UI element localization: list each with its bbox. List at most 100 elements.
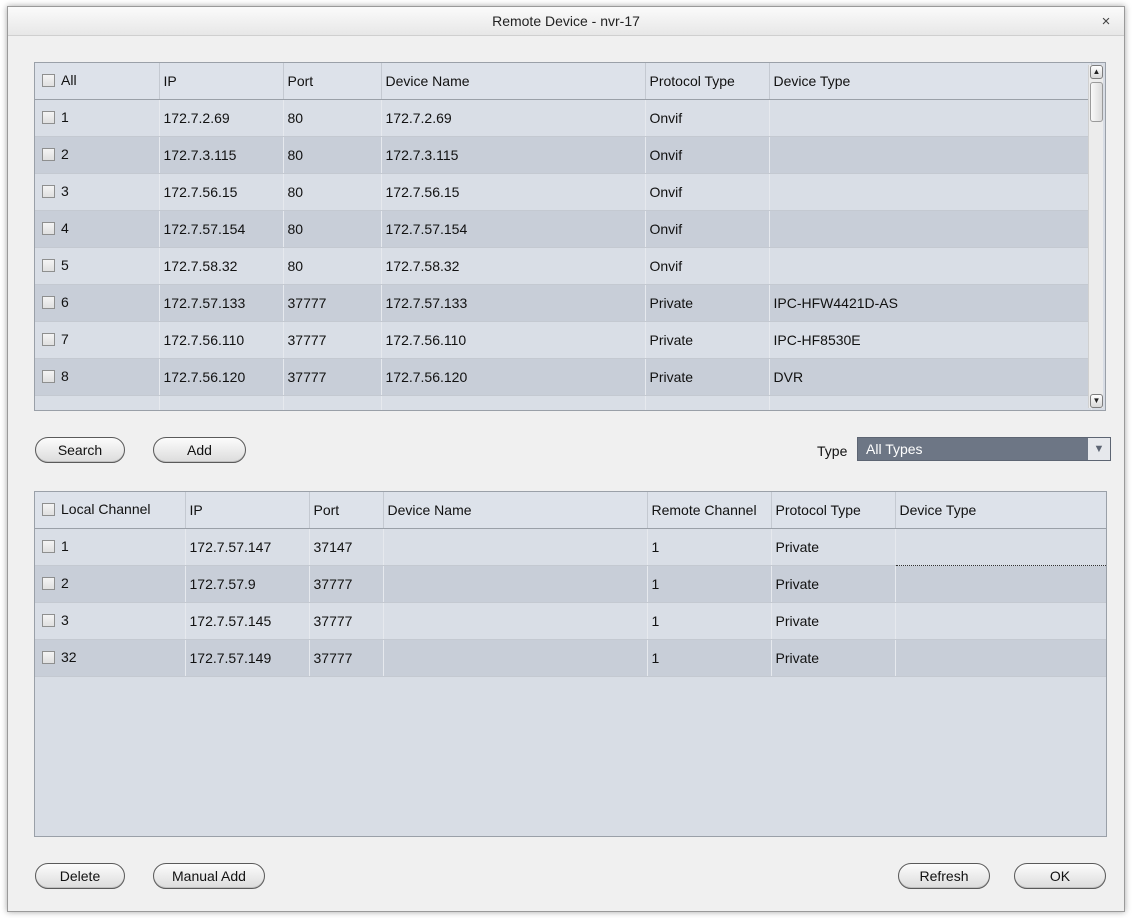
cell-ip: 172.7.56.15 — [159, 173, 284, 211]
remote-device-table: All IP Port Device Name Protocol Type De… — [34, 62, 1106, 411]
cell-device-name: 172.7.56.110 — [381, 321, 646, 359]
window-title: Remote Device - nvr-17 — [492, 13, 640, 29]
table-row[interactable]: 6 172.7.57.133 37777 172.7.57.133 Private IPC… — [35, 284, 1092, 322]
row-checkbox[interactable] — [42, 369, 55, 383]
cell-protocol-type: Private — [771, 565, 896, 603]
column-header-remote-channel[interactable]: Remote Channel — [647, 492, 772, 529]
empty-cell — [381, 395, 646, 410]
table-row[interactable]: 7 172.7.56.110 37777 172.7.56.110 Private IPC… — [35, 321, 1092, 359]
row-checkbox[interactable] — [42, 110, 55, 124]
type-filter-select[interactable]: All Types ▼ — [857, 437, 1111, 461]
row-number: 3 — [61, 612, 69, 629]
ok-button[interactable]: OK — [1014, 863, 1106, 889]
table-row[interactable]: 8 172.7.56.120 37777 172.7.56.120 Private DVR — [35, 358, 1092, 396]
table-row[interactable]: 1 172.7.57.147 37147 1 Private — [35, 527, 1106, 566]
column-header-device-name[interactable]: Device Name — [381, 63, 646, 100]
row-number: 1 — [61, 538, 69, 555]
table-row[interactable]: 3 172.7.56.15 80 172.7.56.15 Onvif — [35, 173, 1092, 211]
row-number: 32 — [61, 649, 77, 666]
table-row[interactable]: 4 172.7.57.154 80 172.7.57.154 Onvif — [35, 210, 1092, 248]
row-checkbox[interactable] — [42, 576, 55, 590]
cell-device-name: 172.7.57.154 — [381, 210, 646, 248]
delete-button[interactable]: Delete — [35, 863, 125, 889]
cell-ip: 172.7.57.149 — [185, 639, 310, 677]
cell-device-type — [769, 173, 1092, 211]
cell-remote-channel: 1 — [647, 602, 772, 640]
row-checkbox[interactable] — [42, 147, 55, 161]
row-checkbox[interactable] — [42, 332, 55, 346]
cell-number: 1 — [35, 99, 160, 137]
cell-port: 37777 — [309, 565, 384, 603]
add-button[interactable]: Add — [153, 437, 246, 463]
row-checkbox[interactable] — [42, 258, 55, 272]
empty-cell — [283, 395, 382, 410]
table-row[interactable]: 32 172.7.57.149 37777 1 Private — [35, 639, 1106, 677]
cell-device-name — [383, 528, 648, 566]
column-header-all[interactable]: All — [35, 63, 160, 100]
cell-port: 80 — [283, 173, 382, 211]
column-header-port[interactable]: Port — [309, 492, 384, 529]
table-row[interactable]: 1 172.7.2.69 80 172.7.2.69 Onvif — [35, 99, 1092, 137]
cell-remote-channel: 1 — [647, 639, 772, 677]
cell-protocol-type: Onvif — [645, 136, 770, 174]
row-number: 5 — [61, 257, 69, 274]
column-header-protocol-type[interactable]: Protocol Type — [645, 63, 770, 100]
cell-number: 2 — [35, 136, 160, 174]
vertical-scrollbar[interactable]: ▲ ▼ — [1088, 65, 1103, 408]
row-checkbox[interactable] — [42, 184, 55, 198]
cell-number: 3 — [35, 173, 160, 211]
row-number: 6 — [61, 294, 69, 311]
row-checkbox[interactable] — [42, 221, 55, 235]
column-header-ip[interactable]: IP — [185, 492, 310, 529]
close-icon[interactable]: × — [1096, 7, 1116, 36]
cell-device-name — [383, 602, 648, 640]
row-checkbox[interactable] — [42, 539, 55, 553]
column-header-device-name[interactable]: Device Name — [383, 492, 648, 529]
cell-device-type — [769, 247, 1092, 285]
cell-protocol-type: Private — [771, 528, 896, 566]
cell-port: 80 — [283, 136, 382, 174]
table-row[interactable]: 2 172.7.3.115 80 172.7.3.115 Onvif — [35, 136, 1092, 174]
refresh-button[interactable]: Refresh — [898, 863, 990, 889]
table-row[interactable]: 3 172.7.57.145 37777 1 Private — [35, 602, 1106, 640]
cell-device-type — [895, 639, 1106, 677]
cell-remote-channel: 1 — [647, 565, 772, 603]
column-header-ip[interactable]: IP — [159, 63, 284, 100]
table-row[interactable]: 5 172.7.58.32 80 172.7.58.32 Onvif — [35, 247, 1092, 285]
title-bar: Remote Device - nvr-17 × — [8, 7, 1124, 36]
cell-device-type — [895, 565, 1106, 603]
cell-ip: 172.7.3.115 — [159, 136, 284, 174]
column-header-port[interactable]: Port — [283, 63, 382, 100]
cell-port: 37777 — [309, 602, 384, 640]
column-header-local-channel[interactable]: Local Channel — [35, 492, 186, 529]
cell-number: 7 — [35, 321, 160, 359]
cell-ip: 172.7.57.9 — [185, 565, 310, 603]
select-all-checkbox[interactable] — [42, 503, 55, 517]
column-header-device-type[interactable]: Device Type — [769, 63, 1092, 100]
row-number: 7 — [61, 331, 69, 348]
cell-number: 4 — [35, 210, 160, 248]
chevron-down-icon[interactable]: ▼ — [1088, 438, 1110, 460]
cell-device-name: 172.7.57.133 — [381, 284, 646, 322]
search-button[interactable]: Search — [35, 437, 125, 463]
scroll-up-icon[interactable]: ▲ — [1090, 65, 1103, 79]
scroll-down-icon[interactable]: ▼ — [1090, 394, 1103, 408]
column-header-device-type[interactable]: Device Type — [895, 492, 1106, 529]
cell-ip: 172.7.57.147 — [185, 528, 310, 566]
select-all-checkbox[interactable] — [42, 74, 55, 88]
cell-protocol-type: Onvif — [645, 173, 770, 211]
cell-port: 80 — [283, 99, 382, 137]
table-row[interactable]: 2 172.7.57.9 37777 1 Private — [35, 565, 1106, 603]
column-header-protocol-type[interactable]: Protocol Type — [771, 492, 896, 529]
manual-add-button[interactable]: Manual Add — [153, 863, 265, 889]
cell-ip: 172.7.57.154 — [159, 210, 284, 248]
cell-port: 80 — [283, 210, 382, 248]
scroll-thumb[interactable] — [1090, 82, 1103, 122]
row-checkbox[interactable] — [42, 613, 55, 627]
cell-ip: 172.7.57.145 — [185, 602, 310, 640]
cell-device-type — [769, 136, 1092, 174]
row-checkbox[interactable] — [42, 650, 55, 664]
row-checkbox[interactable] — [42, 295, 55, 309]
cell-protocol-type: Private — [645, 284, 770, 322]
remote-device-dialog: Remote Device - nvr-17 × All IP Port Dev… — [7, 6, 1125, 912]
